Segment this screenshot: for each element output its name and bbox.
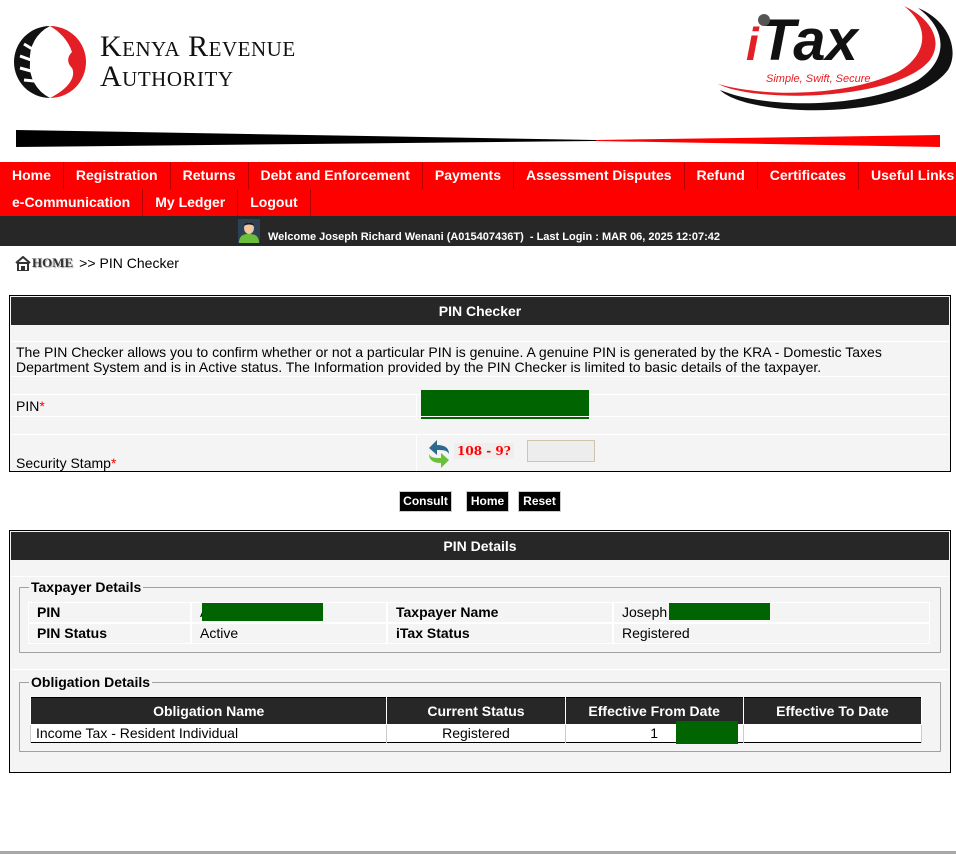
pin-checker-panel: PIN Checker The PIN Checker allows you t… [9,295,951,472]
itax-swoosh-icon: Tax i [718,6,953,111]
pin-input-redacted[interactable] [421,390,589,419]
column-divider [416,434,417,471]
page-header: Kenya Revenue Authority Tax i Simple, Sw… [0,0,956,162]
obligation-from: 1 [564,721,744,744]
itax-status-label: iTax Status [387,623,613,644]
nav-item-useful-links[interactable]: Useful Links [859,162,956,189]
taxpayer-row: PIN A Taxpayer Name Joseph [28,602,930,623]
row-divider [11,669,949,670]
nav-item-debt-and-enforcement[interactable]: Debt and Enforcement [249,162,423,189]
obligation-details-legend: Obligation Details [29,674,153,690]
itax-wordmark: Tax [760,8,861,73]
row-divider [11,434,949,435]
pin-status-label: PIN Status [28,623,191,644]
nav-item-logout[interactable]: Logout [238,189,311,216]
pin-checker-description: The PIN Checker allows you to confirm wh… [16,344,882,375]
nav-item-certificates[interactable]: Certificates [758,162,860,189]
pin-details-panel: PIN Details Taxpayer Details PIN A Taxpa… [9,530,951,773]
row-divider [11,341,949,342]
column-header-obligation-name: Obligation Name [29,697,388,725]
nav-item-home[interactable]: Home [0,162,64,189]
itax-tagline: Simple, Swift, Secure [766,73,871,85]
footer-divider [0,851,956,854]
home-button[interactable]: Home [466,491,509,512]
row-divider [11,376,949,377]
security-stamp-input[interactable] [527,440,595,462]
nav-item-refund[interactable]: Refund [685,162,758,189]
pin-details-title: PIN Details [11,532,949,560]
kra-logo: Kenya Revenue Authority [10,22,320,100]
column-header-current-status: Current Status [386,697,566,725]
name-redaction [669,603,770,620]
refresh-captcha-icon[interactable] [425,438,453,468]
itax-status-value: Registered [613,623,930,644]
security-stamp-label: Security Stamp* [16,455,117,471]
captcha-question: 108 - 9? [454,443,514,459]
pin-label: PIN [28,602,191,623]
obligations-table: Obligation Name Current Status Effective F… [29,697,923,744]
nav-item-e-communication[interactable]: e-Communication [0,189,144,216]
nav-row-secondary: e-Communication My Ledger Logout [0,189,956,216]
column-header-effective-to-date: Effective To Date [742,697,923,725]
pin-label: PIN* [16,398,45,414]
main-nav: Home Registration Returns Debt and Enforcem… [0,162,956,216]
obligation-name: Income Tax - Resident Individual [29,724,388,743]
pin-value: A [191,602,387,623]
user-avatar-icon [238,219,260,243]
obligation-to [742,724,923,743]
obligations-header-row: Obligation Name Current Status Effective F… [29,697,923,725]
required-marker: * [39,398,45,414]
nav-row-primary: Home Registration Returns Debt and Enforcem… [0,162,956,189]
taxpayer-details-legend: Taxpayer Details [29,579,144,595]
header-divider [16,130,940,147]
breadcrumb-home-link[interactable]: HOME [32,255,73,271]
nav-item-payments[interactable]: Payments [423,162,515,189]
home-icon[interactable] [15,255,31,271]
taxpayer-row: PIN Status Active iTax Status Registered [28,623,930,644]
welcome-bar: Welcome Joseph Richard Wenani (A01540743… [0,216,956,246]
nav-item-assessment-disputes[interactable]: Assessment Disputes [514,162,685,189]
pin-checker-title: PIN Checker [11,297,949,325]
obligation-details-fieldset: Obligation Details Obligation Name Curren… [19,674,941,752]
itax-logo: Tax i Simple, Swift, Secure [708,0,956,120]
nav-item-registration[interactable]: Registration [64,162,171,189]
org-name-line2: Authority [100,60,234,93]
welcome-message: Welcome Joseph Richard Wenani (A01540743… [268,231,720,243]
breadcrumb-current: PIN Checker [99,255,179,271]
pin-redaction [202,603,323,621]
obligation-row: Income Tax - Resident Individual Register… [29,721,923,744]
reset-button[interactable]: Reset [518,491,561,512]
org-name: Kenya Revenue Authority [100,32,296,92]
nav-item-my-ledger[interactable]: My Ledger [143,189,239,216]
breadcrumb-separator: >> [79,255,96,271]
consult-button[interactable]: Consult [399,491,452,512]
row-divider [11,416,949,417]
taxpayer-name-label: Taxpayer Name [387,602,613,623]
pin-status-value: Active [191,623,387,644]
taxpayer-details-fieldset: Taxpayer Details PIN A Taxpayer Name Jos… [19,579,941,653]
breadcrumb: HOME >> PIN Checker [15,255,179,271]
row-divider [11,576,949,577]
date-redaction [675,721,738,744]
svg-text:i: i [746,18,760,70]
taxpayer-name-value: Joseph [613,602,930,623]
nav-item-returns[interactable]: Returns [171,162,249,189]
taxpayer-details-grid: PIN A Taxpayer Name Joseph PIN Status Ac… [28,602,930,644]
required-marker: * [110,455,117,471]
obligation-status: Registered [386,724,566,743]
org-name-line1: Kenya Revenue [100,30,296,63]
lion-emblem-icon [14,26,86,98]
